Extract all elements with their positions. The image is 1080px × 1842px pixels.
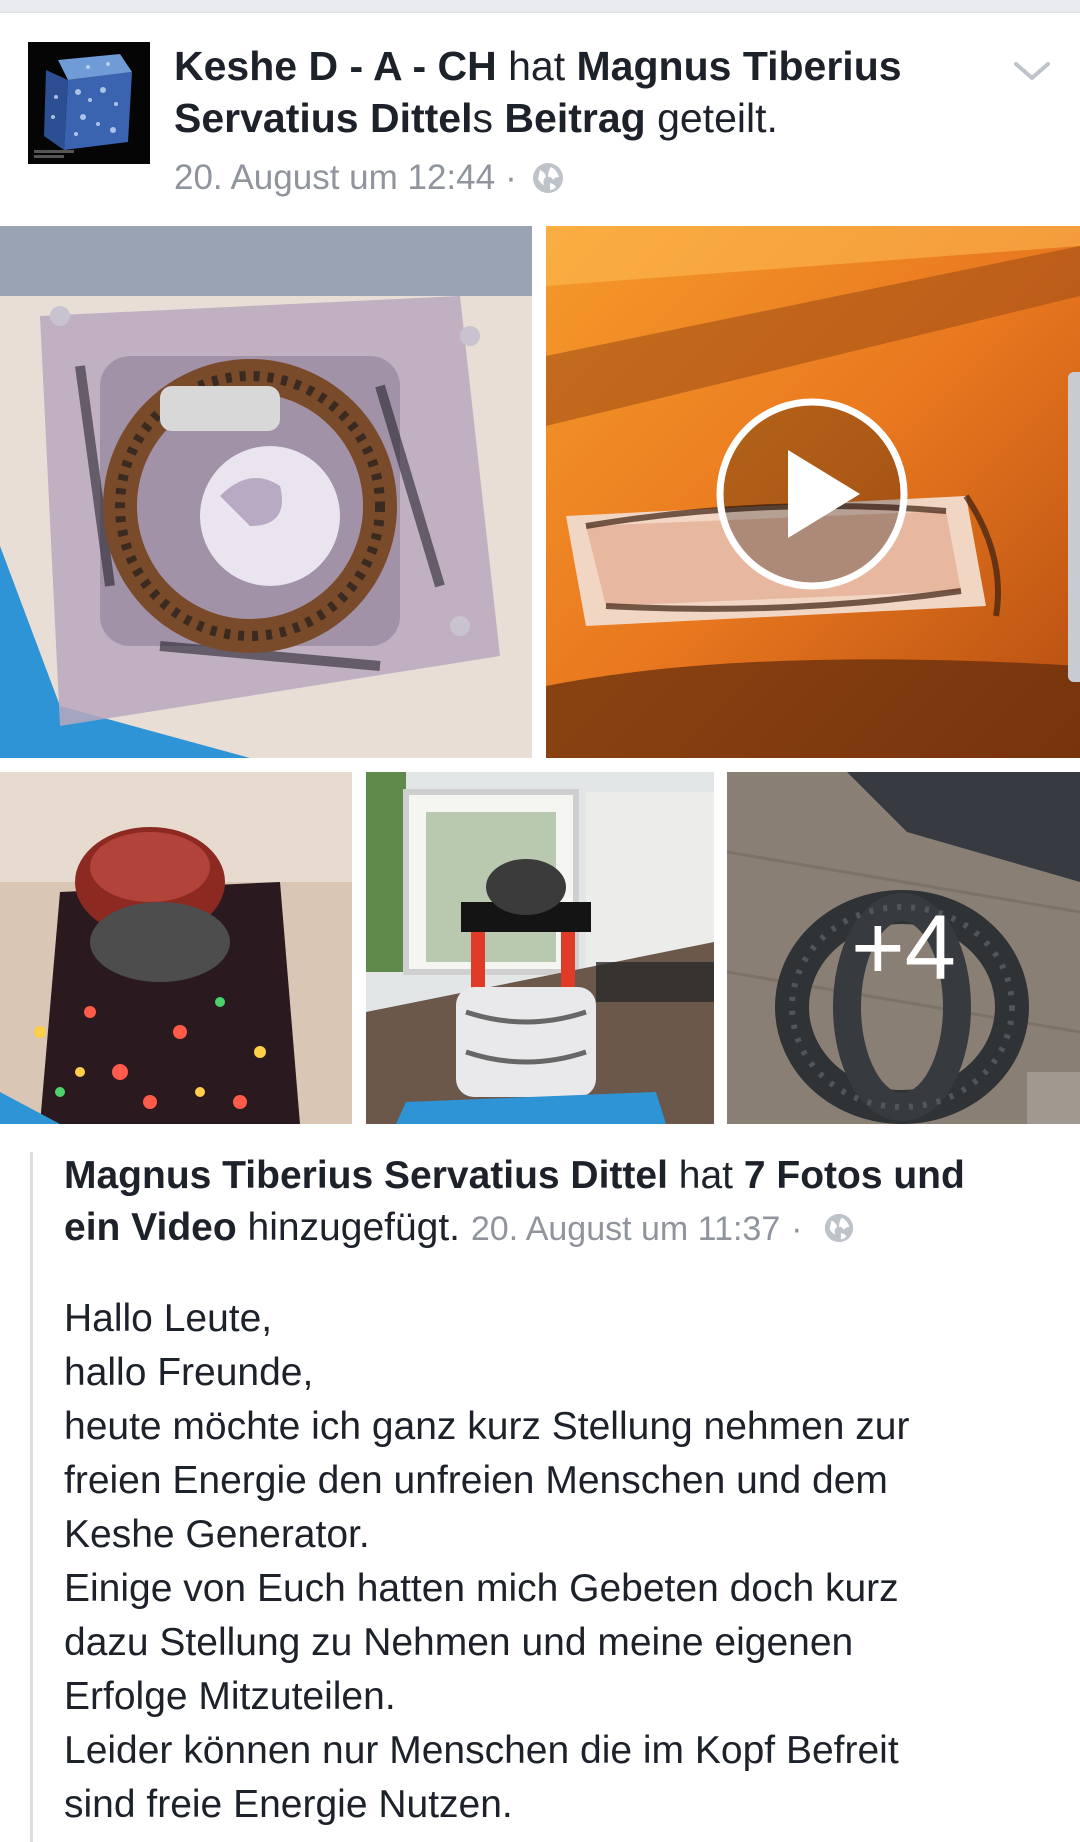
original-author-part2: Servatius Dittel	[174, 95, 473, 141]
top-divider	[0, 0, 1080, 13]
possessive-suffix: s	[472, 95, 494, 141]
post-timestamp[interactable]: 20. August um 12:44	[174, 156, 495, 200]
sharer-name[interactable]: Keshe D - A - CH	[174, 43, 497, 89]
body-line: Einige von Euch hatten mich Gebeten doch…	[64, 1567, 899, 1610]
page-avatar[interactable]	[28, 42, 150, 164]
avatar-cube-image	[28, 42, 150, 164]
body-line: hallo Freunde,	[64, 1351, 314, 1394]
action-text: geteilt.	[657, 95, 778, 141]
post-meta: 20. August um 12:44 ·	[174, 156, 565, 200]
body-line: freien Energie den unfreien Menschen und…	[64, 1459, 888, 1502]
shared-action-text: hinzugefügt.	[247, 1206, 461, 1249]
globe-icon	[532, 163, 563, 193]
globe-icon	[825, 1213, 854, 1243]
body-line: Hallo Leute,	[64, 1297, 273, 1340]
play-icon[interactable]	[716, 398, 908, 590]
beitrag-link[interactable]: Beitrag	[504, 95, 645, 141]
more-photos-count[interactable]: +4	[727, 772, 1080, 1124]
shared-timestamp[interactable]: 20. August um 11:37	[471, 1210, 780, 1248]
shared-post-quote-bar	[30, 1152, 33, 1842]
meta-separator: ·	[505, 158, 517, 197]
body-line: Leider können nur Menschen die im Kopf B…	[64, 1729, 899, 1772]
body-line: dazu Stellung zu Nehmen und meine eigene…	[64, 1621, 854, 1664]
body-line: sind freie Energie Nutzen.	[64, 1783, 513, 1826]
photo-device-lights[interactable]	[0, 772, 352, 1124]
post-header: Keshe D - A - CH hat Magnus Tiberius Serv…	[174, 40, 994, 144]
shared-post-header: Magnus Tiberius Servatius Dittel hat 7 F…	[64, 1150, 1024, 1255]
post-body-text: Hallo Leute, hallo Freunde, heute möchte…	[64, 1292, 1024, 1832]
photo-device-window[interactable]	[366, 772, 714, 1124]
photo-device-top-view[interactable]	[0, 226, 532, 758]
original-author-part1: Magnus Tiberius	[576, 43, 902, 89]
body-line: Keshe Generator.	[64, 1513, 370, 1556]
scrollbar-thumb[interactable]	[1068, 372, 1080, 682]
verb-hat: hat	[508, 43, 566, 89]
chevron-down-icon[interactable]	[1010, 50, 1054, 90]
body-line: heute möchte ich ganz kurz Stellung nehm…	[64, 1405, 910, 1448]
photo-more-overlay[interactable]: +4	[727, 772, 1080, 1124]
body-line: Erfolge Mitzuteilen.	[64, 1675, 396, 1718]
shared-separator: ·	[791, 1210, 803, 1248]
shared-author-name[interactable]: Magnus Tiberius Servatius Dittel	[64, 1154, 668, 1197]
shared-verb-hat: hat	[678, 1154, 733, 1197]
